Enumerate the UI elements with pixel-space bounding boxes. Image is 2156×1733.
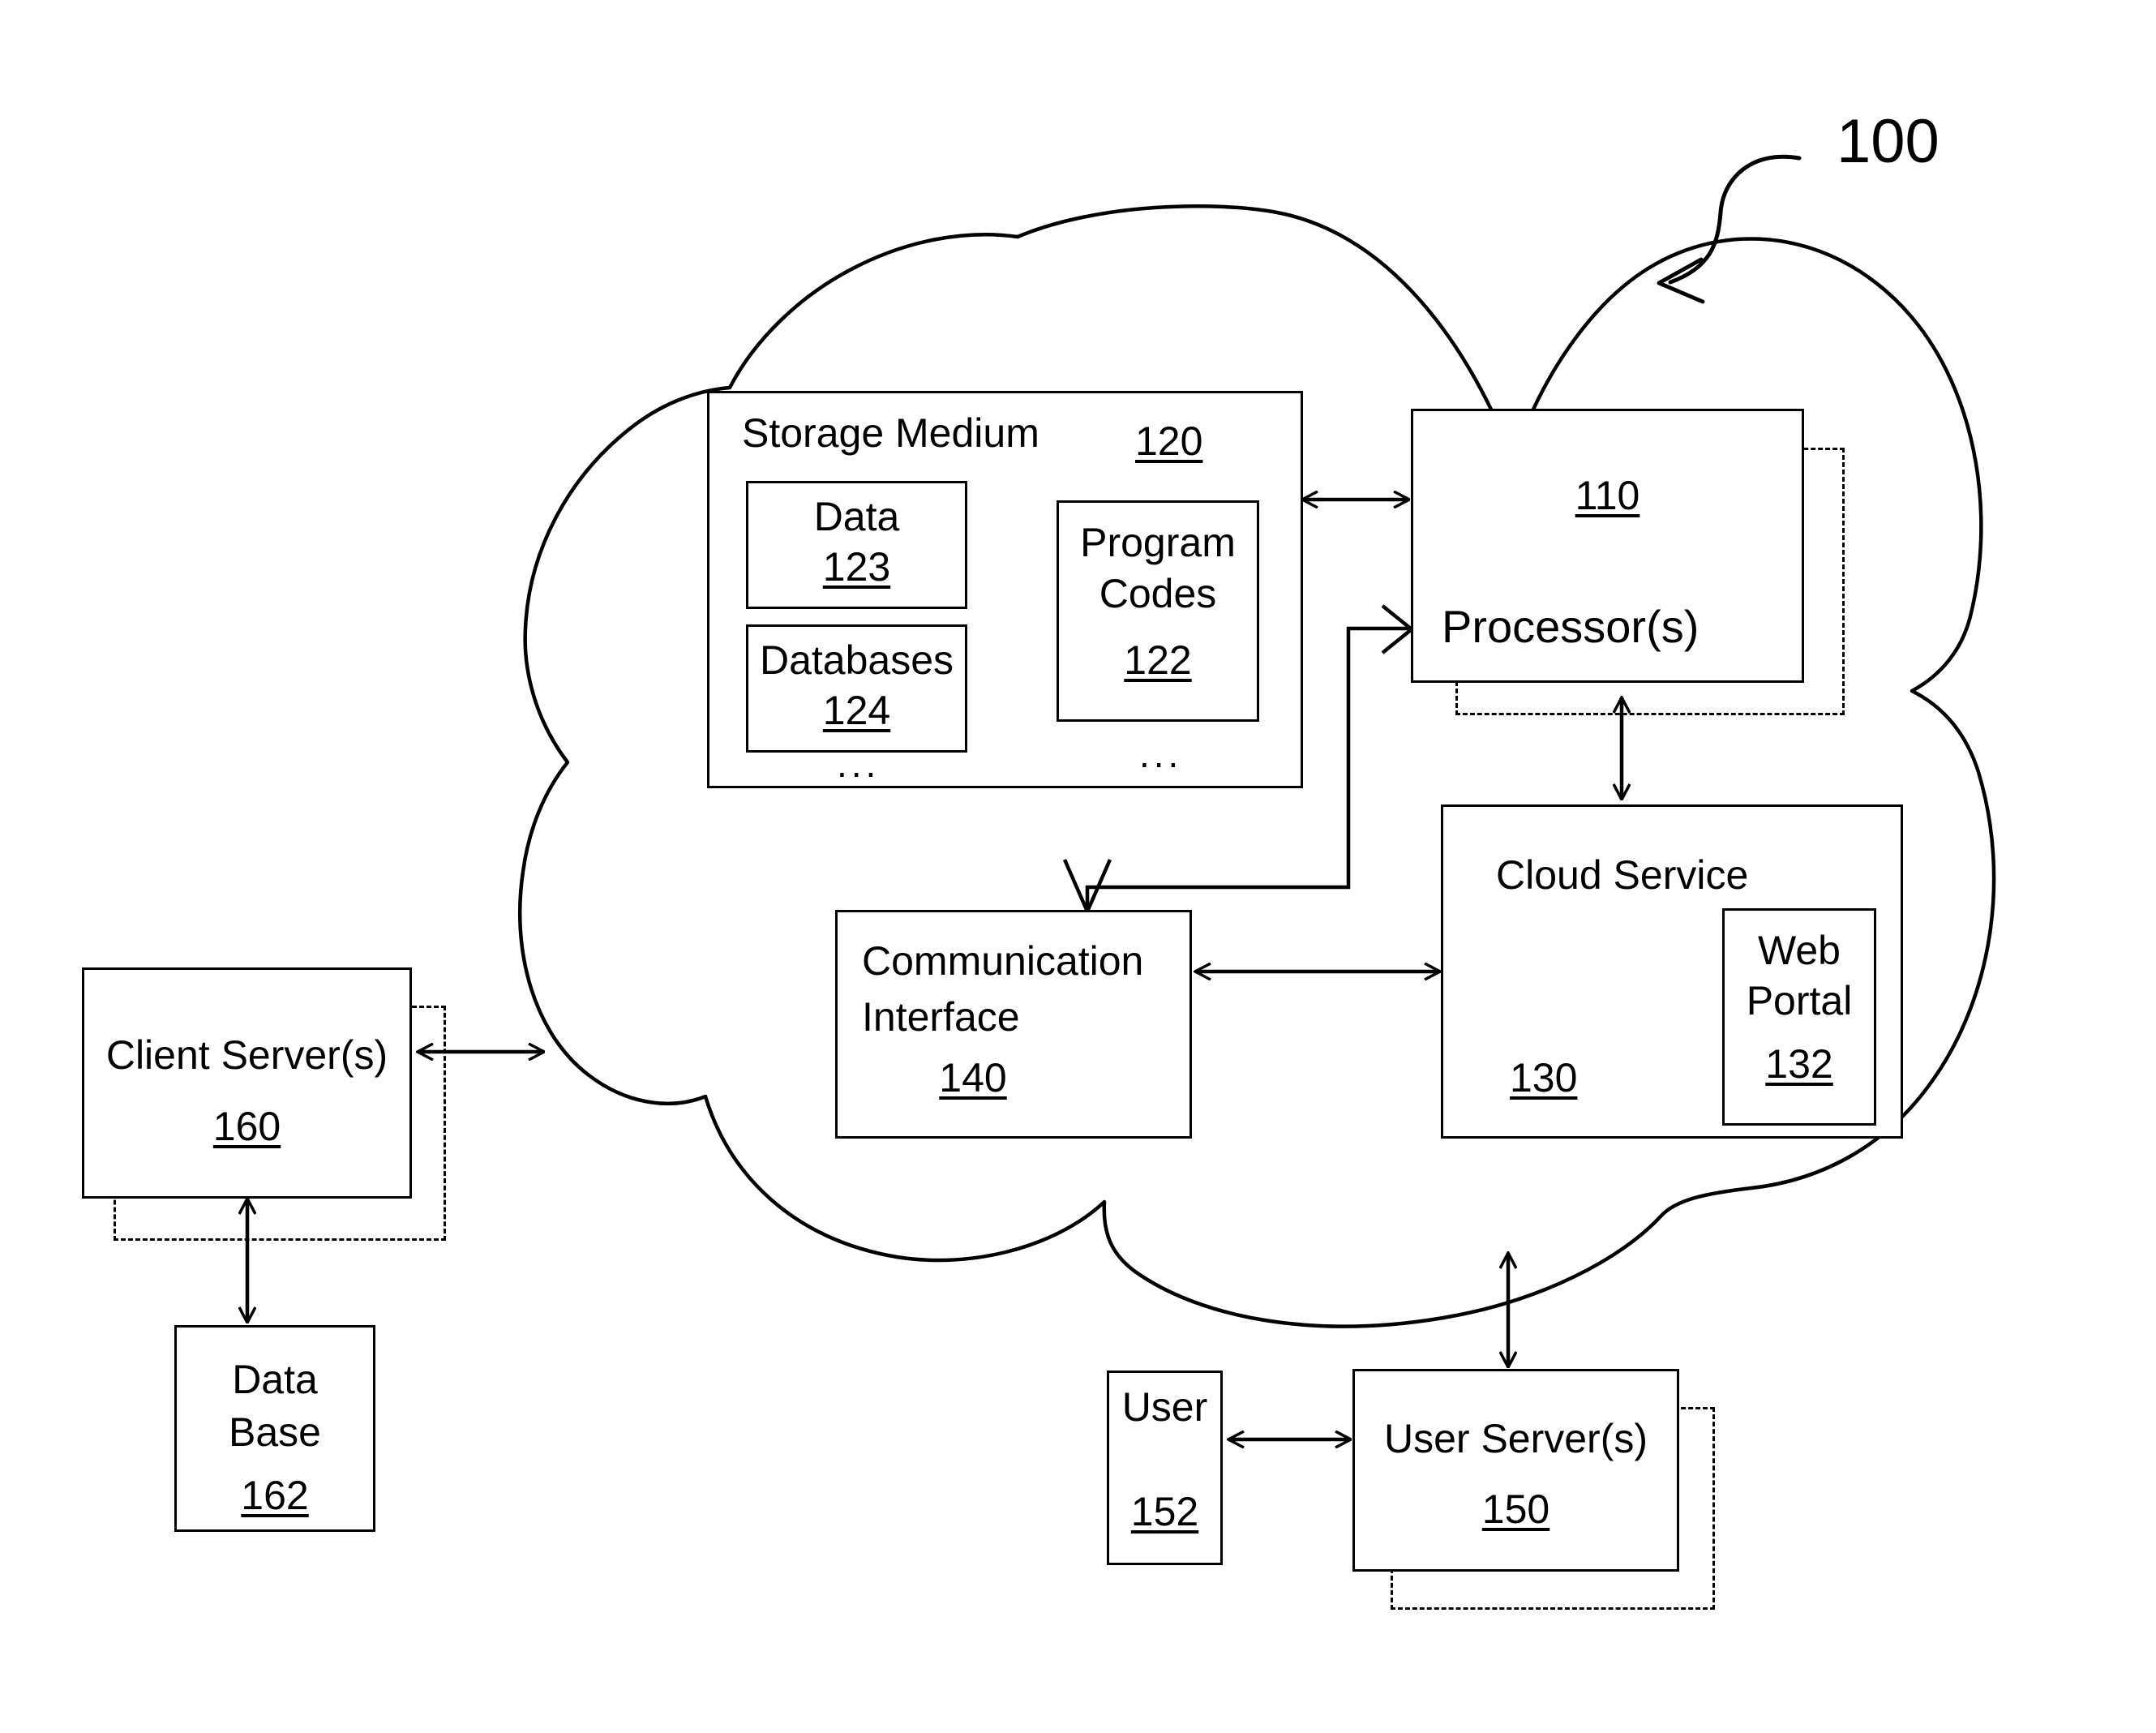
cloud-service-ref: 130	[1510, 1055, 1578, 1100]
user-ref: 152	[1130, 1489, 1199, 1534]
processor-title: Processor(s)	[1442, 601, 1700, 652]
web-portal-line1: Web	[1758, 928, 1841, 973]
storage-medium-ref: 120	[1135, 418, 1203, 464]
web-portal-ref: 132	[1765, 1041, 1833, 1087]
web-portal-line2: Portal	[1746, 978, 1853, 1023]
data-base-ref: 162	[241, 1473, 309, 1518]
program-codes-ref: 122	[1124, 637, 1192, 683]
data-base-line2: Base	[229, 1409, 321, 1455]
data-ref: 123	[822, 544, 891, 590]
figure-canvas: Storage Medium 120 Data 123 Databases 12…	[0, 0, 2156, 1733]
client-server-ref: 160	[212, 1104, 281, 1149]
storage-medium-title: Storage Medium	[742, 410, 1039, 456]
figure-reference-100: 100	[1837, 107, 1940, 176]
user-server-ref: 150	[1481, 1486, 1550, 1532]
storage-right-ellipsis: ...	[1139, 733, 1183, 775]
program-codes-line1: Program	[1080, 520, 1236, 565]
communication-interface-line1: Communication	[862, 938, 1144, 984]
processor-ref: 110	[1575, 473, 1640, 518]
program-codes-line2: Codes	[1099, 571, 1217, 616]
user-server-title: User Server(s)	[1383, 1416, 1648, 1461]
reference-leader-100	[1657, 154, 1802, 304]
storage-left-ellipsis: ...	[837, 743, 881, 785]
data-base-line1: Data	[232, 1357, 318, 1402]
databases-title: Databases	[759, 637, 954, 683]
data-title: Data	[813, 494, 900, 539]
cloud-service-title: Cloud Service	[1496, 852, 1749, 898]
client-server-title: Client Server(s)	[105, 1032, 388, 1078]
client-server-box[interactable]	[82, 967, 412, 1199]
communication-interface-line2: Interface	[862, 994, 1020, 1040]
databases-ref: 124	[822, 688, 891, 733]
communication-interface-ref: 140	[939, 1055, 1007, 1100]
user-title: User	[1121, 1384, 1208, 1430]
user-server-box[interactable]	[1352, 1369, 1679, 1572]
